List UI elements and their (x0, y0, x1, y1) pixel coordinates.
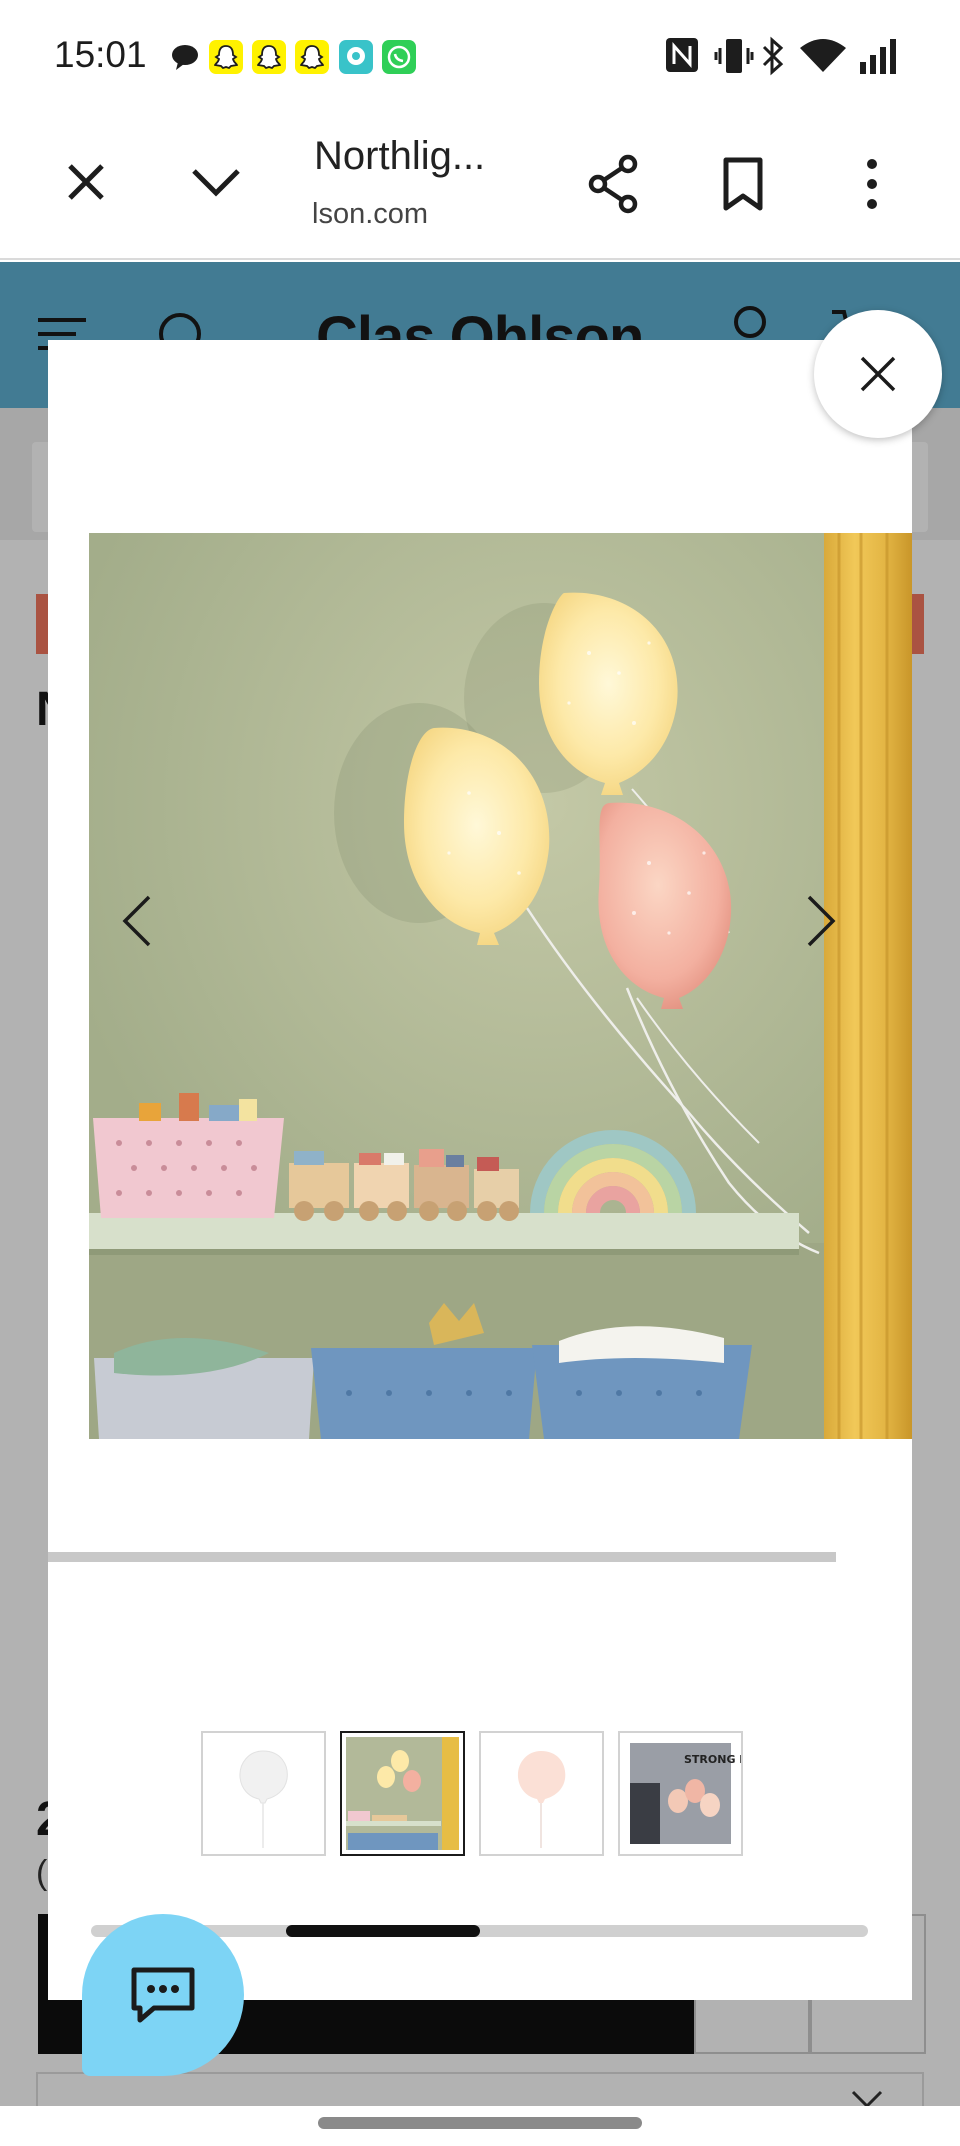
browser-toolbar: Northlig... lson.com (0, 118, 960, 260)
chevron-right-icon (807, 895, 836, 947)
snapchat-icon (295, 40, 329, 74)
share-icon (588, 154, 638, 214)
more-vert-icon (867, 159, 877, 209)
gallery-main-image[interactable] (89, 533, 912, 1439)
bluetooth-icon (760, 36, 786, 80)
chevron-down-icon (192, 169, 240, 197)
home-gesture-pill[interactable] (318, 2117, 642, 2129)
next-image-button[interactable] (786, 876, 856, 966)
thumbnail-1[interactable] (201, 1731, 326, 1856)
messenger-app-icon (339, 40, 373, 74)
more-options-button[interactable] (832, 144, 912, 224)
snapchat-icon (209, 40, 243, 74)
image-progress-bar (48, 1552, 836, 1562)
chat-bubble-icon (168, 40, 202, 74)
status-time: 15:01 (54, 34, 147, 75)
close-icon (860, 356, 896, 392)
previous-image-button[interactable] (102, 876, 172, 966)
chat-icon (131, 1967, 195, 2023)
status-bar: 15:01 (0, 0, 960, 118)
page-url[interactable]: lson.com (312, 198, 428, 231)
thumbnail-4[interactable]: STRONG IS (618, 1731, 743, 1856)
thumb-sign-text: STRONG IS (684, 1753, 741, 1766)
close-icon (68, 164, 104, 200)
thumbnail-scrollbar-handle[interactable] (286, 1925, 480, 1937)
vibrate-icon (714, 36, 754, 80)
chat-button[interactable] (82, 1914, 244, 2076)
snapchat-icon (252, 40, 286, 74)
close-gallery-button[interactable] (814, 310, 942, 438)
nfc-icon (664, 36, 700, 78)
bookmark-button[interactable] (703, 144, 783, 224)
whatsapp-icon (382, 40, 416, 74)
thumbnail-3[interactable] (479, 1731, 604, 1856)
close-tab-button[interactable] (46, 142, 126, 222)
share-button[interactable] (573, 144, 653, 224)
chevron-left-icon (122, 895, 151, 947)
wifi-icon (798, 36, 848, 80)
signal-icon (858, 36, 900, 80)
page-title[interactable]: Northlig... (314, 134, 485, 179)
thumbnail-2[interactable] (340, 1731, 465, 1856)
bookmark-icon (723, 157, 763, 211)
minimize-button[interactable] (176, 142, 256, 222)
